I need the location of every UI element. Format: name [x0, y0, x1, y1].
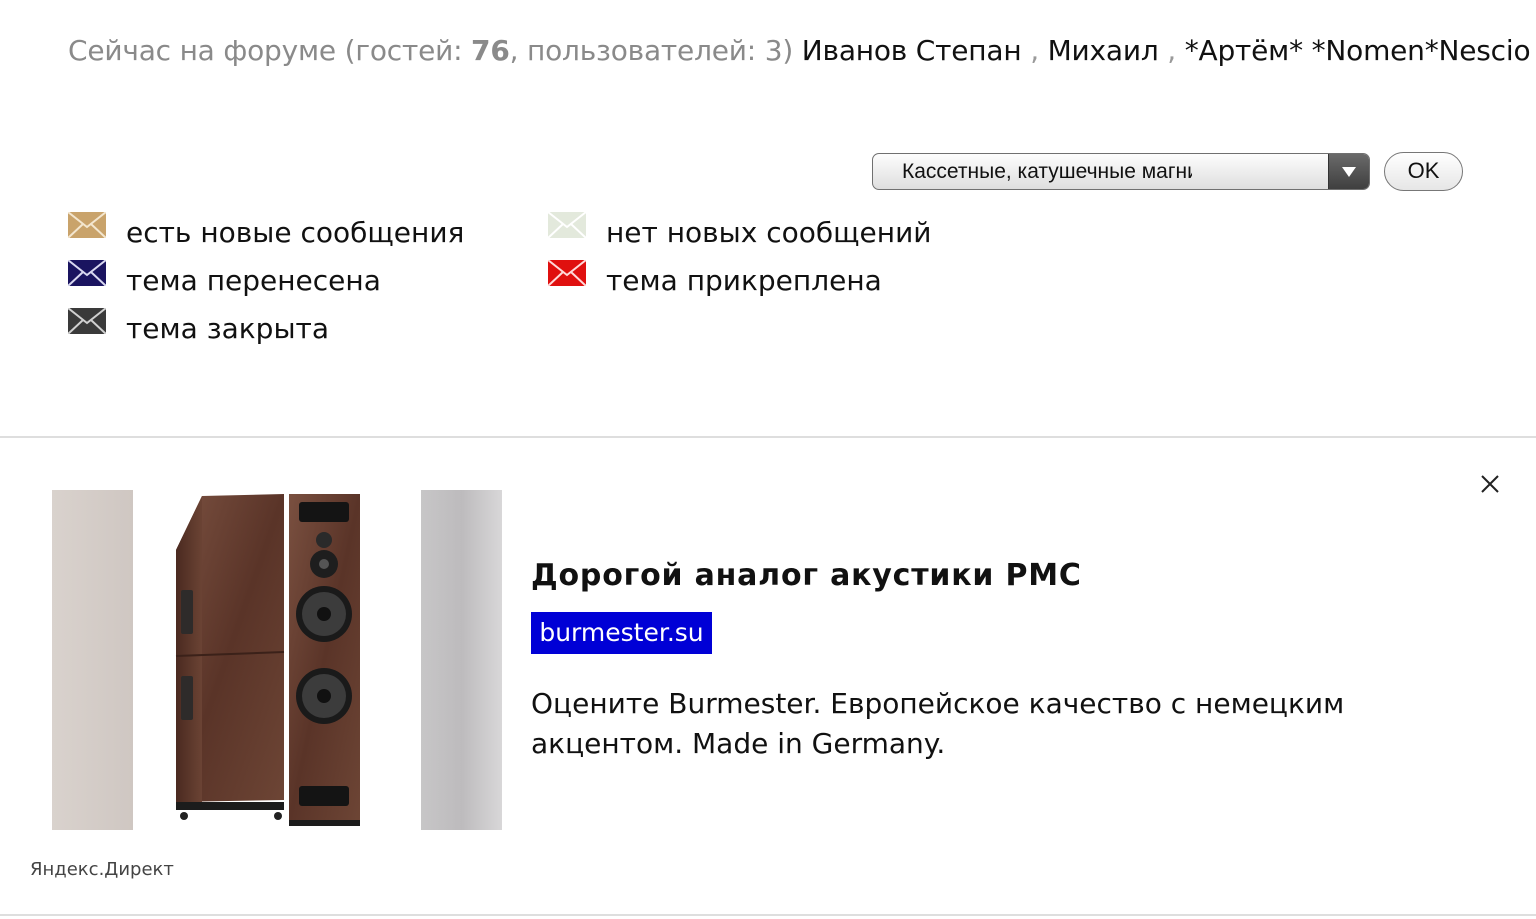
legend-label: тема закрыта [126, 312, 330, 345]
user-separator: , [1030, 34, 1039, 67]
legend-closed: тема закрыта [68, 308, 528, 345]
envelope-read-icon [548, 212, 586, 238]
user-separator: , [1167, 34, 1176, 67]
forum-jump-select[interactable]: Кассетные, катушечные магнитофоны (а [872, 153, 1370, 190]
envelope-closed-icon [68, 308, 106, 334]
legend-no-new-messages: нет новых сообщений [548, 212, 968, 249]
divider [0, 436, 1536, 438]
online-user-link[interactable]: Иванов Степан [802, 34, 1022, 67]
envelope-new-icon [68, 212, 106, 238]
online-user-link[interactable]: Михаил [1048, 34, 1159, 67]
divider [0, 914, 1536, 916]
ad-description: Оцените Burmester. Европейское качество … [531, 687, 1345, 760]
legend-label: тема перенесена [126, 264, 381, 297]
online-users-line: Сейчас на форуме (гостей: 76, пользовате… [68, 34, 1531, 67]
legend-moved: тема перенесена [68, 260, 528, 297]
legend-new-messages: есть новые сообщения [68, 212, 528, 249]
envelope-pinned-icon [548, 260, 586, 286]
legend-label: нет новых сообщений [606, 216, 932, 249]
legend-label: есть новые сообщения [126, 216, 465, 249]
ad-source-link[interactable]: Яндекс.Директ [30, 859, 174, 880]
guest-count: 76 [471, 34, 510, 67]
legend-pinned: тема прикреплена [548, 260, 968, 297]
forum-jump-value: Кассетные, катушечные магнитофоны (а [902, 160, 1192, 183]
close-icon[interactable] [1476, 470, 1504, 498]
ad-domain-link[interactable]: burmester.su [531, 612, 712, 654]
chevron-down-icon[interactable] [1328, 154, 1369, 189]
online-prefix: Сейчас на форуме (гостей: 76, пользовате… [68, 34, 794, 67]
legend-label: тема прикреплена [606, 264, 882, 297]
ad-title[interactable]: Дорогой аналог акустики PMC [531, 558, 1082, 593]
envelope-moved-icon [68, 260, 106, 286]
ok-button[interactable]: OK [1384, 152, 1463, 191]
online-user-link[interactable]: *Артём* [1185, 34, 1303, 67]
online-user-link[interactable]: *Nomen*Nescio [1312, 34, 1531, 67]
ad-speaker-image[interactable] [52, 490, 502, 830]
